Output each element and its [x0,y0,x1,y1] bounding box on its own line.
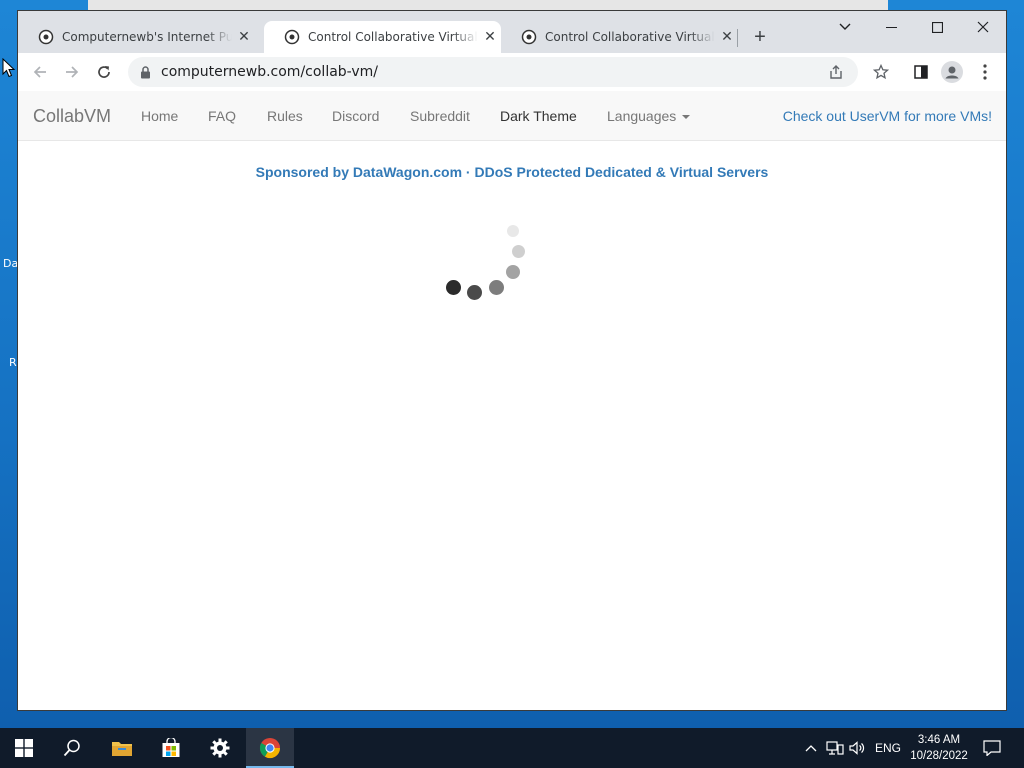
start-button[interactable] [0,728,48,768]
reload-button[interactable] [91,59,117,85]
uservm-link[interactable]: Check out UserVM for more VMs! [783,108,992,124]
new-tab-button[interactable]: + [748,25,772,49]
back-button[interactable] [27,59,53,85]
spinner-dot [446,280,461,295]
nav-home[interactable]: Home [141,108,178,124]
spinner-dot [507,225,519,237]
profile-avatar-icon [941,61,963,83]
collabvm-favicon-icon [38,29,54,45]
star-icon [873,64,889,80]
close-tab-icon[interactable]: ✕ [482,29,498,45]
network-button[interactable] [824,728,846,768]
notification-icon [983,740,1001,756]
share-button[interactable] [822,57,850,87]
lock-icon[interactable] [140,65,151,79]
reload-icon [98,66,110,78]
tab-strip: Computernewb's Internet Pub H ✕ Control … [18,11,1006,53]
network-icon [826,741,844,755]
page-content: CollabVM Home FAQ Rules Discord Subreddi… [18,91,1006,710]
chevron-down-icon [839,23,851,30]
spinner-dot [512,245,525,258]
clock-date: 10/28/2022 [910,750,968,762]
languages-label: Languages [607,108,677,124]
desktop-icon-label[interactable]: R [9,356,17,369]
tab-collabvm[interactable]: Control Collaborative Virtual Ma ✕ [501,21,738,53]
minimize-button[interactable] [868,13,914,41]
close-icon [977,21,989,33]
languages-dropdown[interactable]: Languages [607,108,691,124]
tab-separator [737,29,738,47]
side-panel-button[interactable] [907,59,935,85]
profile-button[interactable] [938,59,966,85]
gear-icon [210,738,230,758]
dark-theme-toggle[interactable]: Dark Theme [500,108,577,124]
forward-button[interactable] [59,59,85,85]
spinner-dot [506,265,520,279]
desktop-icon-label[interactable]: Da [3,257,18,270]
nav-faq[interactable]: FAQ [208,108,236,124]
address-bar[interactable]: computernewb.com/collab-vm/ [128,57,858,87]
url-text[interactable]: computernewb.com/collab-vm/ [161,64,378,80]
tab-title: Control Collaborative Virtual Ma [308,30,478,44]
mouse-cursor-icon [2,58,16,78]
maximize-icon [931,21,943,33]
nav-discord[interactable]: Discord [332,108,379,124]
close-tab-icon[interactable]: ✕ [719,29,735,45]
nav-rules[interactable]: Rules [267,108,303,124]
settings-button[interactable] [196,728,244,768]
sponsor-banner[interactable]: Sponsored by DataWagon.com · DDoS Protec… [18,164,1006,180]
chevron-up-icon [805,745,817,752]
spinner-dot [467,285,482,300]
chrome-icon [259,738,281,759]
show-hidden-icons-button[interactable] [800,728,822,768]
file-explorer-button[interactable] [98,728,146,768]
taskbar: ENG 3:46 AM 10/28/2022 [0,728,1024,768]
input-language-indicator[interactable]: ENG [872,728,904,768]
browser-toolbar: computernewb.com/collab-vm/ [18,53,1006,91]
chrome-taskbar-button[interactable] [246,728,294,768]
close-tab-icon[interactable]: ✕ [236,29,252,45]
collabvm-favicon-icon [284,29,300,45]
tab-title: Control Collaborative Virtual Ma [545,30,715,44]
taskbar-clock[interactable]: 3:46 AM 10/28/2022 [906,732,972,764]
spinner-dot [489,280,504,295]
tab-collabvm-active[interactable]: Control Collaborative Virtual Ma ✕ [264,21,501,53]
arrow-right-icon [66,66,79,78]
action-center-button[interactable] [980,728,1004,768]
tab-title: Computernewb's Internet Pub H [62,30,232,44]
site-navbar: CollabVM Home FAQ Rules Discord Subreddi… [18,91,1006,141]
search-icon [63,739,80,757]
browser-window: Computernewb's Internet Pub H ✕ Control … [17,10,1007,711]
search-button[interactable] [48,728,96,768]
windows-logo-icon [15,739,33,757]
loading-spinner-icon [443,219,543,319]
side-panel-icon [914,65,928,79]
collabvm-favicon-icon [521,29,537,45]
tab-search-button[interactable] [822,13,868,41]
minimize-icon [885,26,897,28]
arrow-left-icon [33,66,46,78]
caret-down-icon [682,115,691,120]
site-brand[interactable]: CollabVM [33,106,111,127]
maximize-button[interactable] [914,13,960,41]
store-bag-icon [162,738,180,757]
speaker-icon [849,741,865,755]
close-window-button[interactable] [960,13,1006,41]
share-icon [830,65,842,79]
store-button[interactable] [147,728,195,768]
bookmark-button[interactable] [867,59,895,85]
clock-time: 3:46 AM [917,734,961,746]
folder-icon [112,742,132,756]
more-vertical-icon [983,64,987,80]
volume-button[interactable] [847,728,869,768]
tab-internet-pub[interactable]: Computernewb's Internet Pub H ✕ [18,21,263,53]
browser-menu-button[interactable] [971,59,999,85]
nav-subreddit[interactable]: Subreddit [410,108,470,124]
